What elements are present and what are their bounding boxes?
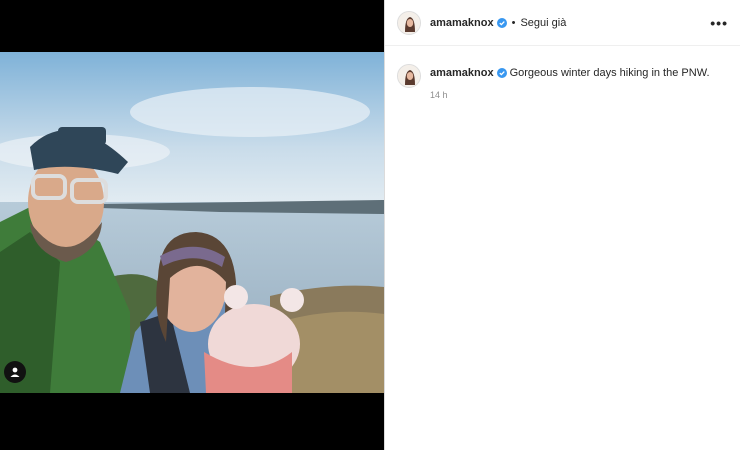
post-timestamp[interactable]: 14 h: [430, 90, 710, 100]
post-photo[interactable]: [0, 52, 384, 393]
caption-row: amamaknox Gorgeous winter days hiking in …: [385, 46, 740, 100]
caption-body: amamaknox Gorgeous winter days hiking in …: [430, 66, 710, 100]
verified-badge-icon: [496, 68, 507, 79]
caption-description: Gorgeous winter days hiking in the PNW.: [509, 67, 710, 79]
media-pane: [0, 0, 384, 450]
caption-avatar[interactable]: [397, 64, 421, 88]
caption-username[interactable]: amamaknox: [430, 67, 494, 79]
avatar[interactable]: [397, 10, 421, 35]
post-side-panel: amamaknox • Segui già ••• amamaknox Gorge…: [384, 0, 740, 450]
selfie-photo-image: [0, 52, 384, 393]
post-header: amamaknox • Segui già •••: [385, 0, 740, 46]
user-tag-button[interactable]: [4, 361, 26, 383]
profile-picture-icon: [398, 11, 420, 34]
more-options-icon[interactable]: •••: [710, 15, 728, 31]
header-separator: •: [511, 16, 516, 29]
user-tag-icon: [10, 367, 20, 377]
profile-picture-icon: [398, 65, 420, 87]
caption-text: amamaknox Gorgeous winter days hiking in …: [430, 66, 710, 80]
verified-badge-icon: [496, 17, 507, 28]
header-username[interactable]: amamaknox: [430, 17, 494, 29]
following-button[interactable]: Segui già: [520, 17, 566, 29]
